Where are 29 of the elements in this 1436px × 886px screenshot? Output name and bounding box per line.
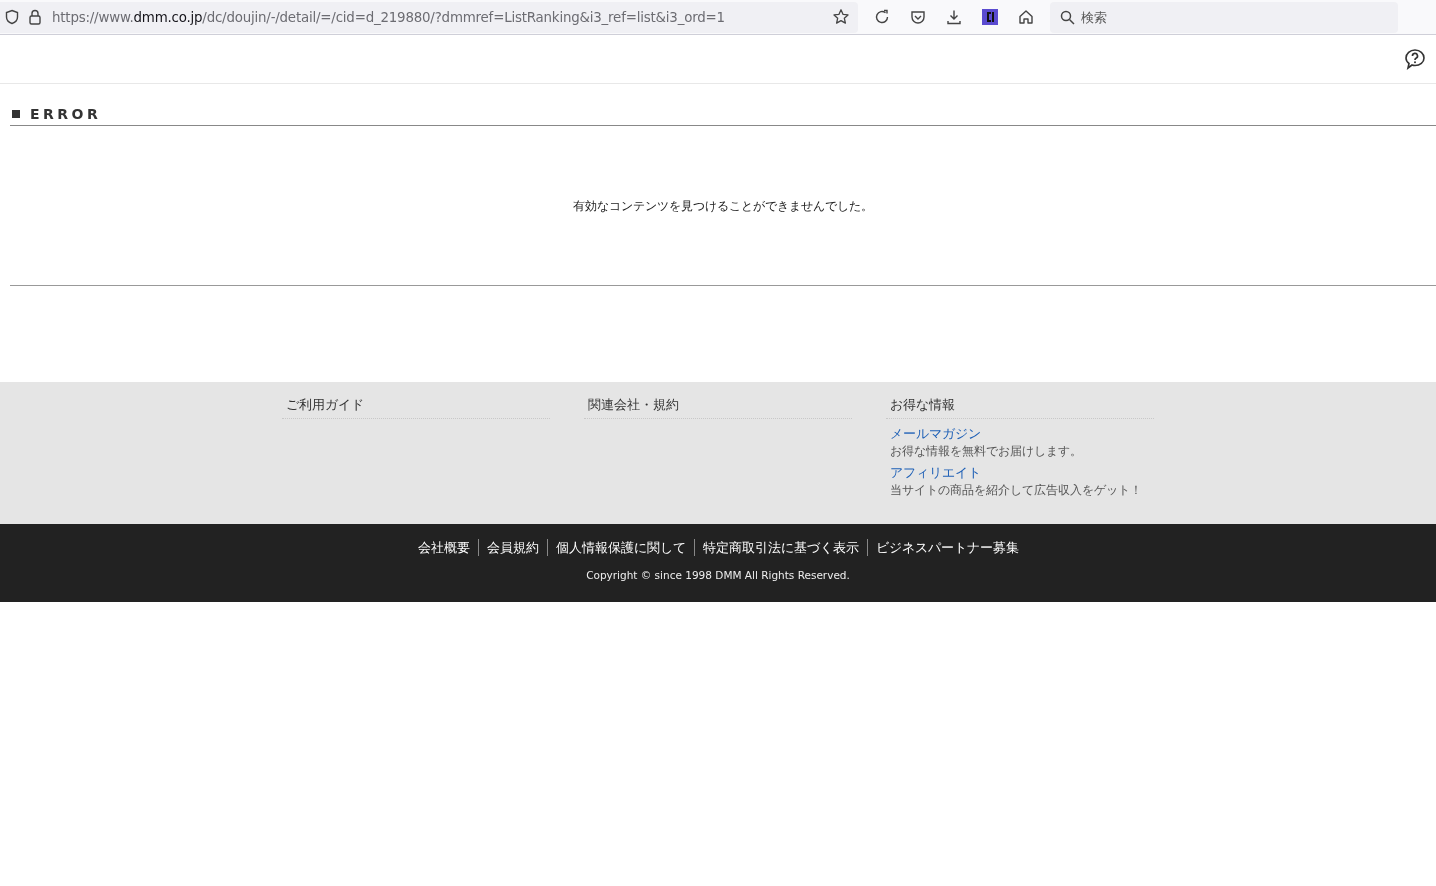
footer-column-heading: お得な情報 [886, 397, 1154, 419]
bottom-link[interactable]: 特定商取引法に基づく表示 [693, 539, 867, 556]
footer-column-heading: ご利用ガイド [282, 397, 550, 419]
star-icon[interactable] [832, 8, 850, 26]
url-text[interactable]: https://www.dmm.co.jp/dc/doujin/-/detail/=/cid=d_219880/?dmmref=ListRanking&i3_ref=list&i3_ord=1 [52, 9, 824, 25]
copyright-text: Copyright © since 1998 DMM All Rights Reserved. [586, 569, 850, 581]
search-icon [1060, 9, 1075, 25]
reload-icon[interactable] [874, 9, 890, 25]
link-description: お得な情報を無料でお届けします。 [890, 443, 1083, 460]
address-bar[interactable]: https://www.dmm.co.jp/dc/doujin/-/detail/=/cid=d_219880/?dmmref=ListRanking&i3_ref=list&i3_ord=1 [0, 1, 858, 33]
footer-link[interactable]: アフィリエイト [890, 464, 1154, 482]
lock-icon[interactable] [28, 9, 42, 25]
extension-icon[interactable] [982, 9, 998, 25]
shield-icon[interactable] [4, 9, 20, 25]
square-bullet-icon [12, 110, 20, 118]
home-icon[interactable] [1018, 9, 1034, 25]
error-heading: ERROR [30, 106, 102, 122]
bottom-link[interactable]: 会員規約 [477, 539, 547, 556]
bottom-link[interactable]: 個人情報保護に関して [546, 539, 694, 556]
pocket-icon[interactable] [910, 9, 926, 25]
footer-column-heading: 関連会社・規約 [584, 397, 852, 419]
bottom-link[interactable]: ビジネスパートナー募集 [866, 539, 1027, 556]
footer-link[interactable]: メールマガジン [890, 425, 1154, 443]
help-chat-icon[interactable] [1404, 48, 1426, 70]
download-icon[interactable] [946, 9, 962, 25]
search-field[interactable]: 検索 [1050, 1, 1398, 33]
error-message: 有効なコンテンツを見つけることができませんでした。 [10, 126, 1436, 286]
link-description: 当サイトの商品を紹介して広告収入をゲット！ [890, 482, 1143, 499]
bottom-link[interactable]: 会社概要 [409, 539, 478, 556]
